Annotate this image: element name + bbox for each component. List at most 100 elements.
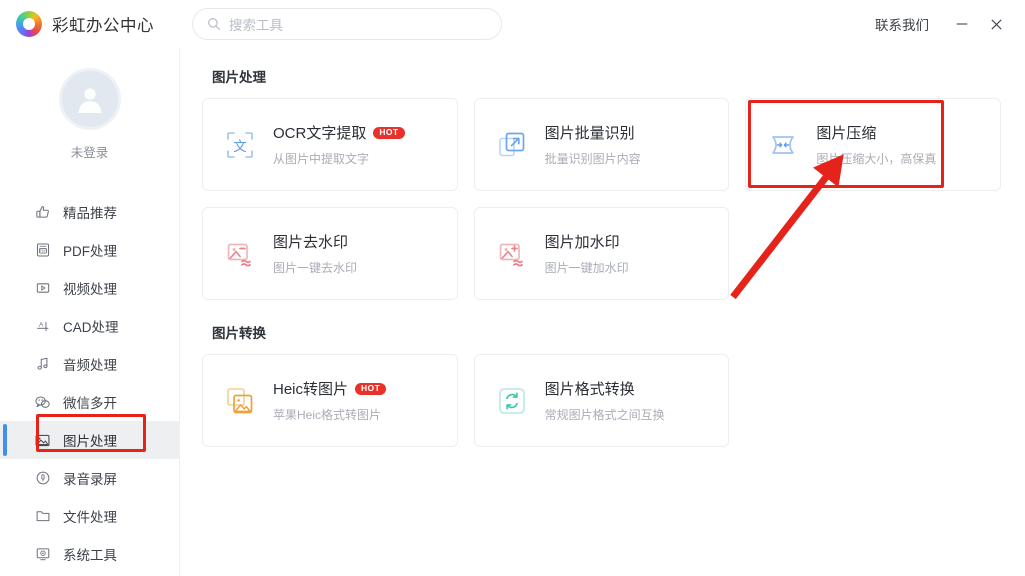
sidebar-item-label: 录音录屏 [63,472,117,487]
section-title-image-processing: 图片处理 [212,70,266,85]
search-input[interactable]: 搜索工具 [192,8,502,40]
card-description: 图片压缩大小，高保真 [816,152,937,166]
card-description: 批量识别图片内容 [544,152,641,166]
tool-card-batch-recognize[interactable]: 图片批量识别 批量识别图片内容 [473,98,730,191]
rainbow-circle-logo-icon [16,11,42,37]
card-text: 图片去水印 图片一键去水印 [273,231,357,276]
card-title-row: 图片去水印 [273,231,357,252]
card-grid-image-processing: 文 OCR文字提取 HOT 从图片中提取文字 图片批量识别 批量识别图片内容 图… [202,98,1001,300]
monitor-gear-icon [34,546,51,563]
tool-card-compress[interactable]: 图片压缩 图片压缩大小，高保真 [745,98,1001,191]
user-profile[interactable]: 未登录 [0,60,179,161]
sidebar-nav: 精品推荐 PDF PDF处理 视频处理 A CAD处理 音频处理 微信多开 图片… [0,193,179,573]
window-controls: 联系我们 [875,9,1025,39]
card-title: 图片批量识别 [544,125,635,142]
hot-badge: HOT [355,382,387,395]
minimize-button[interactable] [945,9,979,39]
wechat-icon [34,394,51,411]
card-text: 图片格式转换 常规图片格式之间互换 [545,378,665,423]
sidebar-item-label: CAD处理 [63,320,119,335]
card-title: OCR文字提取 [273,125,367,142]
grid-spacer [745,354,1001,447]
sidebar-item-label: 系统工具 [63,548,117,563]
card-description: 图片一键加水印 [544,261,629,275]
pdf-file-icon: PDF [34,242,51,259]
sidebar-item-cad[interactable]: A CAD处理 [0,307,179,345]
ocr-scan-text-icon: 文 [225,130,255,160]
card-title: 图片去水印 [273,234,349,251]
card-title-row: 图片压缩 [816,122,936,143]
add-watermark-icon [497,239,527,269]
sidebar-item-label: 图片处理 [63,434,117,449]
app-window: 彩虹办公中心 搜索工具 联系我们 未登录 精品推荐 PDF PDF处理 视频处理… [0,0,1025,576]
card-text: 图片加水印 图片一键加水印 [545,231,629,276]
search-area: 搜索工具 [180,8,875,40]
heic-convert-icon [225,386,255,416]
card-grid-image-convert: Heic转图片 HOT 苹果Heic格式转图片 图片格式转换 常规图片格式之间互… [202,354,1001,447]
thumbs-up-icon [34,204,51,221]
brand: 彩虹办公中心 [0,11,180,37]
tool-card-add-watermark[interactable]: 图片加水印 图片一键加水印 [473,207,730,300]
card-description: 苹果Heic格式转图片 [273,408,382,422]
sidebar-item-label: 精品推荐 [63,206,117,221]
app-title: 彩虹办公中心 [52,17,154,35]
svg-text:PDF: PDF [39,249,45,253]
search-icon [207,17,221,31]
card-text: 图片批量识别 批量识别图片内容 [545,122,641,167]
avatar[interactable] [58,68,121,130]
sidebar-item-image[interactable]: 图片处理 [0,421,179,459]
sidebar-item-label: 微信多开 [63,396,117,411]
card-text: OCR文字提取 HOT 从图片中提取文字 [273,122,405,167]
sidebar-item-label: 音频处理 [63,358,117,373]
compress-icon [768,130,798,160]
hot-badge: HOT [373,126,405,139]
tool-card-heic-convert[interactable]: Heic转图片 HOT 苹果Heic格式转图片 [202,354,458,447]
card-description: 图片一键去水印 [273,261,358,275]
sidebar-item-video[interactable]: 视频处理 [0,269,179,307]
login-state-label: 未登录 [70,146,109,160]
search-placeholder: 搜索工具 [229,18,283,33]
card-text: Heic转图片 HOT 苹果Heic格式转图片 [273,378,387,423]
grid-spacer [745,207,1001,300]
svg-text:文: 文 [233,139,247,155]
card-title-row: 图片格式转换 [545,378,665,399]
microphone-icon [34,470,51,487]
cad-ruler-icon: A [34,318,51,335]
card-description: 常规图片格式之间互换 [544,408,665,422]
card-title-row: OCR文字提取 HOT [273,122,405,143]
sidebar-item-wechat[interactable]: 微信多开 [0,383,179,421]
sidebar-item-pdf[interactable]: PDF PDF处理 [0,231,179,269]
card-title-row: Heic转图片 HOT [273,378,387,399]
video-play-icon [34,280,51,297]
sidebar-item-recommend[interactable]: 精品推荐 [0,193,179,231]
card-title: 图片格式转换 [544,381,635,398]
sidebar-item-recorder[interactable]: 录音录屏 [0,459,179,497]
folder-icon [34,508,51,525]
tool-card-remove-watermark[interactable]: 图片去水印 图片一键去水印 [202,207,458,300]
card-title: 图片加水印 [544,234,620,251]
batch-recognize-icon [497,130,527,160]
card-title: 图片压缩 [816,125,877,142]
sidebar-item-label: 视频处理 [63,282,117,297]
image-picture-icon [34,432,51,449]
sidebar-item-system[interactable]: 系统工具 [0,535,179,573]
card-title-row: 图片批量识别 [545,122,641,143]
contact-us-button[interactable]: 联系我们 [875,14,929,34]
close-button[interactable] [979,9,1013,39]
card-title: Heic转图片 [273,381,349,398]
card-text: 图片压缩 图片压缩大小，高保真 [816,122,936,167]
remove-watermark-icon [225,239,255,269]
format-swap-icon [497,386,527,416]
main-content: 图片处理 文 OCR文字提取 HOT 从图片中提取文字 图片批量识别 批量识别图… [180,48,1025,576]
app-body: 未登录 精品推荐 PDF PDF处理 视频处理 A CAD处理 音频处理 微信多… [0,48,1025,576]
svg-text:A: A [39,321,44,328]
sidebar-item-audio[interactable]: 音频处理 [0,345,179,383]
tool-card-format-convert[interactable]: 图片格式转换 常规图片格式之间互换 [473,354,730,447]
sidebar: 未登录 精品推荐 PDF PDF处理 视频处理 A CAD处理 音频处理 微信多… [0,48,180,576]
tool-card-ocr[interactable]: 文 OCR文字提取 HOT 从图片中提取文字 [202,98,458,191]
sidebar-item-label: 文件处理 [63,510,117,525]
sidebar-item-file[interactable]: 文件处理 [0,497,179,535]
card-description: 从图片中提取文字 [273,152,370,166]
music-note-icon [34,356,51,373]
title-bar: 彩虹办公中心 搜索工具 联系我们 [0,0,1025,48]
